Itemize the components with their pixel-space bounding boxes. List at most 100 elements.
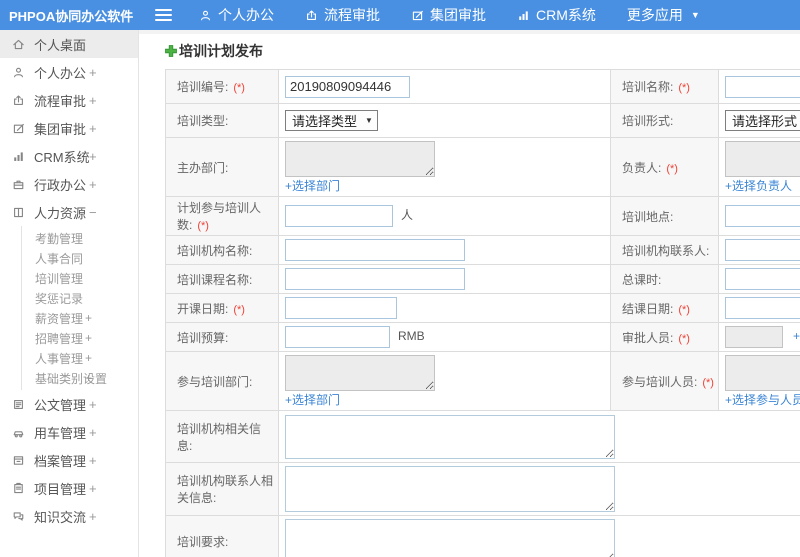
host-department-textarea[interactable] (285, 141, 435, 177)
expand-plus-icon[interactable]: + (85, 311, 92, 325)
sidebar-subitem-6[interactable]: 人事管理 + (22, 348, 138, 368)
unit-label: RMB (398, 329, 425, 344)
sidebar-item-label: 档案管理 (34, 453, 87, 469)
sidebar-subitem-2[interactable]: 培训管理 (22, 268, 138, 288)
sidebar-item-7[interactable]: 公文管理 + (0, 390, 138, 418)
top-nav: 个人办公 流程审批 集团审批 CRM系统 更多应用 ▼ (199, 5, 731, 25)
chat-icon (12, 510, 25, 523)
form-row: 培训编号: (*) 培训名称: (*) (165, 69, 800, 104)
hamburger-icon[interactable] (155, 9, 172, 21)
form-row: 培训预算: RMB 审批人员: (*) +选择审批人 (165, 322, 800, 352)
sidebar-item-4[interactable]: CRM系统 + (0, 142, 138, 170)
expand-plus-icon[interactable]: + (89, 397, 97, 412)
sidebar-subitem-label: 人事合同 (35, 251, 84, 266)
field-label-cell: 主办部门: (165, 137, 279, 197)
expand-plus-icon[interactable]: + (89, 121, 97, 136)
training-name-input[interactable] (725, 75, 800, 98)
sidebar-item-1[interactable]: 个人办公 + (0, 58, 138, 86)
sidebar-subitem-4[interactable]: 薪资管理 + (22, 308, 138, 328)
nav-item-1[interactable]: 流程审批 (305, 5, 380, 25)
sidebar-item-10[interactable]: 项目管理 + (0, 474, 138, 502)
end-date-input[interactable] (725, 297, 800, 319)
field-cell: RMB (278, 322, 611, 352)
org-name-input[interactable] (285, 239, 465, 261)
expand-plus-icon[interactable]: + (89, 509, 97, 524)
expand-plus-icon[interactable]: + (89, 425, 97, 440)
sidebar-item-5[interactable]: 行政办公 + (0, 170, 138, 198)
training-place-input[interactable] (725, 205, 800, 227)
field-cell (278, 235, 611, 265)
total-hours-input[interactable] (725, 268, 800, 290)
expand-plus-icon[interactable]: + (89, 93, 97, 108)
select-participants-link[interactable]: +选择参与人员 (725, 393, 800, 407)
participating-departments-textarea[interactable] (285, 355, 435, 391)
nav-item-label: 流程审批 (324, 7, 380, 23)
org-info-textarea[interactable] (285, 414, 615, 459)
sidebar-subitem-label: 招聘管理 (35, 331, 84, 346)
select-leader-link[interactable]: +选择负责人 (725, 179, 792, 193)
field-cell: +选择部门 (278, 137, 611, 197)
sidebar-subitem-label: 奖惩记录 (35, 291, 84, 306)
sidebar-subitem-5[interactable]: 招聘管理 + (22, 328, 138, 348)
field-cell (718, 264, 800, 294)
collapse-minus-icon[interactable]: − (89, 205, 97, 220)
expand-plus-icon[interactable]: + (89, 149, 97, 164)
edit-icon (12, 122, 25, 135)
nav-item-label: CRM系统 (536, 7, 596, 23)
planned-participants-input[interactable] (285, 205, 393, 227)
form-row: 参与培训部门: +选择部门 参与培训人员: (*) +选择参与人员 (165, 351, 800, 411)
field-label-cell: 培训编号: (*) (165, 69, 279, 104)
org-contact-input[interactable] (725, 239, 800, 261)
start-date-input[interactable] (285, 297, 397, 319)
field-cell: 请选择形式▼ (718, 103, 800, 138)
course-name-input[interactable] (285, 268, 465, 290)
budget-input[interactable] (285, 326, 390, 348)
edit-icon (411, 9, 424, 22)
sidebar-item-8[interactable]: 用车管理 + (0, 418, 138, 446)
doc-icon (12, 398, 25, 411)
field-label-cell: 审批人员: (*) (610, 322, 719, 352)
sidebar-item-2[interactable]: 流程审批 + (0, 86, 138, 114)
training-no-input[interactable] (285, 75, 410, 98)
field-label: 计划参与培训人数: (177, 201, 262, 232)
expand-plus-icon[interactable]: + (89, 65, 97, 80)
expand-plus-icon[interactable]: + (85, 371, 92, 385)
form-row: 培训机构联系人相关信息: (165, 462, 800, 516)
training-form-select[interactable]: 请选择形式▼ (725, 110, 800, 131)
sidebar-subitem-7[interactable]: 基础类别设置 + (22, 368, 138, 388)
sidebar-subitem-3[interactable]: 奖惩记录 (22, 288, 138, 308)
nav-item-4[interactable]: 更多应用 ▼ (627, 5, 700, 25)
expand-plus-icon[interactable]: + (89, 481, 97, 496)
sidebar-item-9[interactable]: 档案管理 + (0, 446, 138, 474)
nav-item-3[interactable]: CRM系统 (517, 5, 596, 25)
select-department-link[interactable]: +选择部门 (285, 393, 340, 407)
sidebar-item-11[interactable]: 知识交流 + (0, 502, 138, 530)
org-contact-info-textarea[interactable] (285, 466, 615, 512)
expand-plus-icon[interactable]: + (85, 351, 92, 365)
leader-textarea[interactable] (725, 141, 800, 177)
approver-input[interactable] (725, 326, 783, 348)
field-label: 开课日期: (177, 301, 229, 316)
training-requirements-textarea[interactable] (285, 519, 615, 557)
field-label: 培训名称: (622, 80, 674, 94)
nav-item-0[interactable]: 个人办公 (199, 5, 274, 25)
sidebar-subitem-1[interactable]: 人事合同 (22, 248, 138, 268)
sidebar-subitem-0[interactable]: 考勤管理 (22, 228, 138, 248)
sidebar-item-label: 行政办公 (34, 177, 87, 193)
select-approver-link[interactable]: +选择审批人 (793, 329, 800, 343)
sidebar-item-6[interactable]: 人力资源 − (0, 198, 138, 226)
expand-plus-icon[interactable]: + (85, 331, 92, 345)
training-type-select[interactable]: 请选择类型 ▼ (285, 110, 378, 131)
sidebar-item-0[interactable]: 个人桌面 (0, 30, 138, 58)
sidebar-item-label: CRM系统 (34, 149, 90, 165)
expand-plus-icon[interactable]: + (89, 177, 97, 192)
expand-plus-icon[interactable]: + (89, 453, 97, 468)
select-department-link[interactable]: +选择部门 (285, 179, 340, 193)
field-label: 培训编号: (177, 80, 229, 94)
participants-textarea[interactable] (725, 355, 800, 391)
field-label: 培训机构联系人: (622, 243, 710, 258)
nav-item-2[interactable]: 集团审批 (411, 5, 486, 25)
home-icon (12, 38, 25, 51)
sidebar-item-3[interactable]: 集团审批 + (0, 114, 138, 142)
chevron-down-icon: ▼ (365, 116, 373, 125)
